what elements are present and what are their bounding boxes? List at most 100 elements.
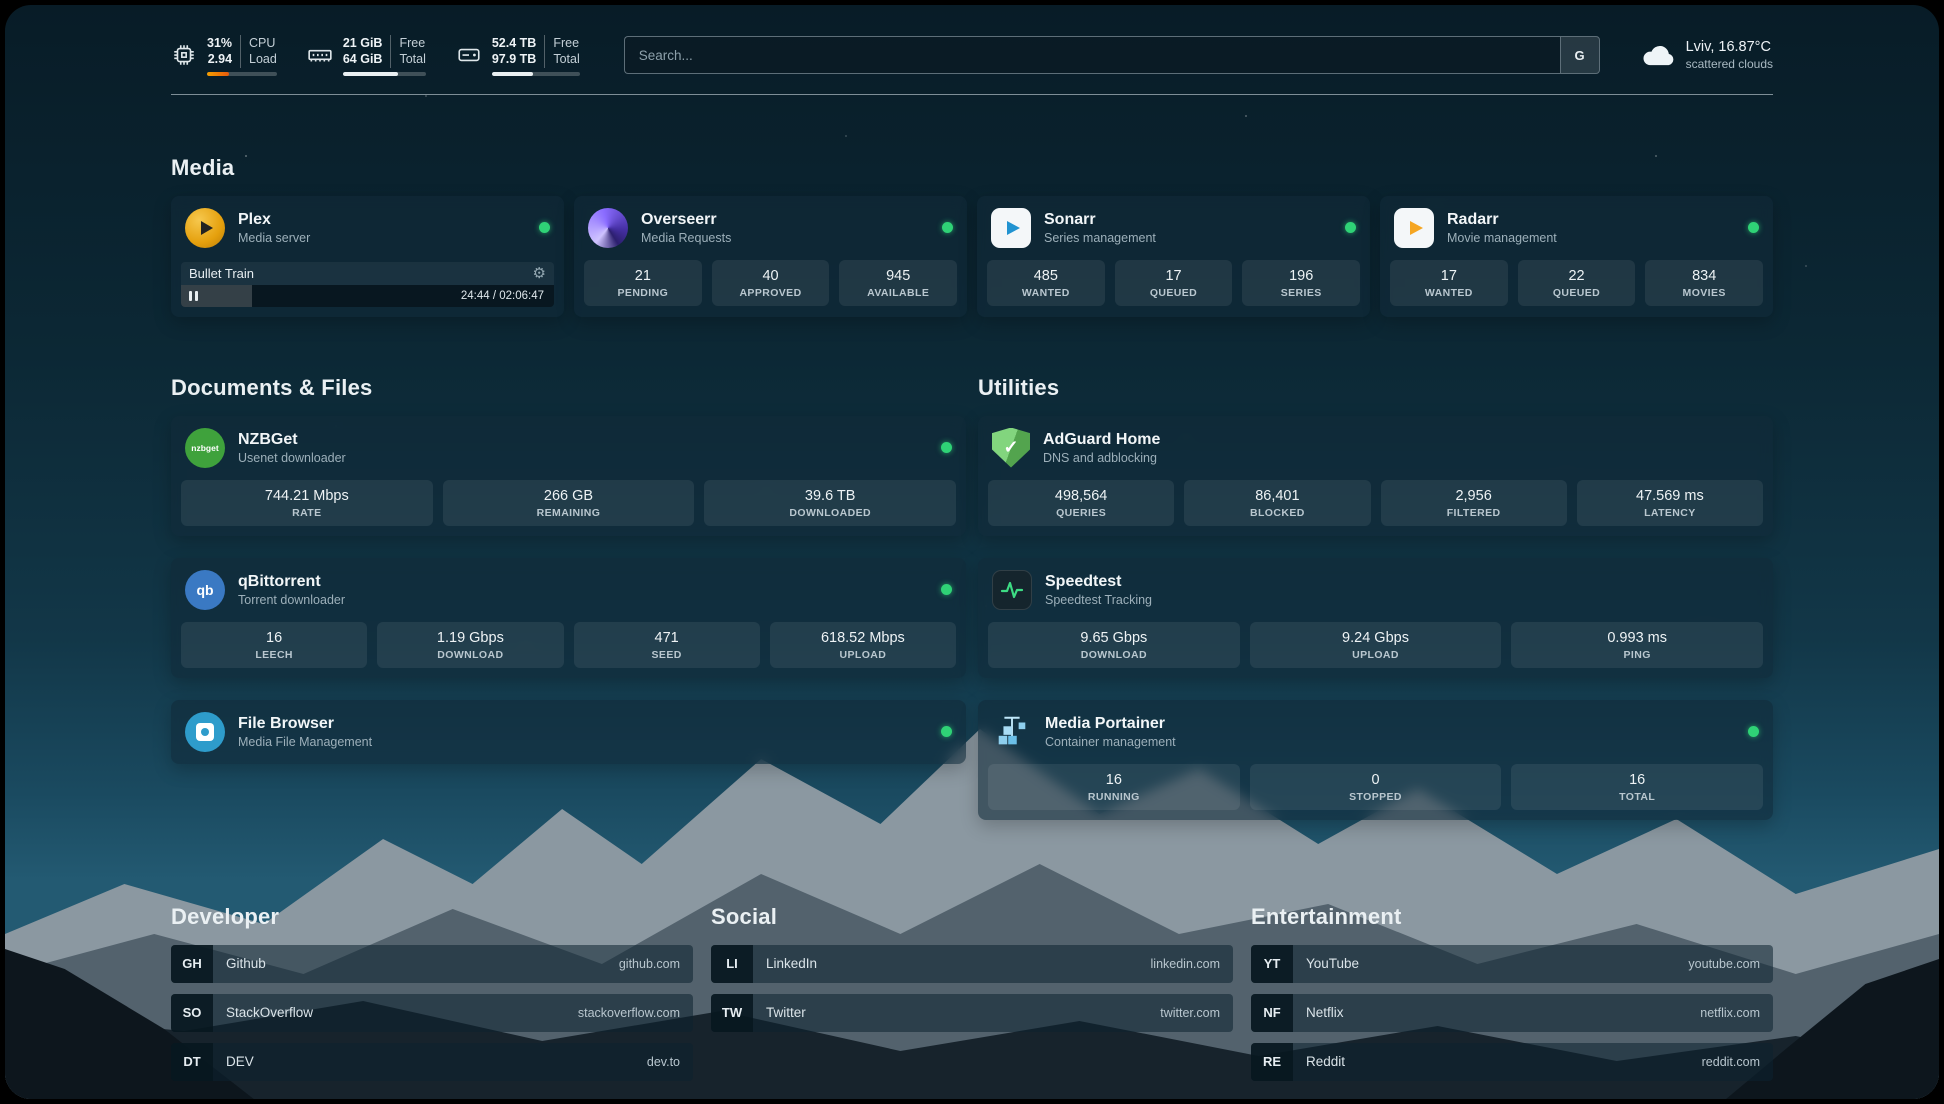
app-name: File Browser xyxy=(238,715,372,733)
bookmark-name: Reddit xyxy=(1306,1054,1345,1069)
ram-free-label: Free xyxy=(399,35,425,51)
section-title-entertainment: Entertainment xyxy=(1251,904,1773,930)
bookmark-url: linkedin.com xyxy=(1151,957,1233,971)
system-metrics: 31% 2.94 CPU Load xyxy=(171,35,580,76)
ram-total-value: 64 GiB xyxy=(343,51,383,67)
app-name: NZBGet xyxy=(238,431,346,449)
bookmark-github[interactable]: GH Github github.com xyxy=(171,945,693,983)
bookmark-netflix[interactable]: NF Netflix netflix.com xyxy=(1251,994,1773,1032)
stat-pending: 21PENDING xyxy=(584,260,702,306)
app-subtitle: Media Requests xyxy=(641,231,731,245)
bookmark-name: YouTube xyxy=(1306,956,1359,971)
section-documents: Documents & Files nzbget NZBGet Usenet d… xyxy=(171,375,966,842)
section-title-documents: Documents & Files xyxy=(171,375,966,401)
section-title-utilities: Utilities xyxy=(978,375,1773,401)
app-card-nzbget[interactable]: nzbget NZBGet Usenet downloader 744.21 M… xyxy=(171,416,966,536)
bookmark-name: Twitter xyxy=(766,1005,806,1020)
settings-gear-icon[interactable]: ⚙ xyxy=(533,266,546,281)
bookmark-abbr: RE xyxy=(1251,1043,1293,1081)
bookmark-url: stackoverflow.com xyxy=(578,1006,693,1020)
bookmark-abbr: GH xyxy=(171,945,213,983)
app-card-plex[interactable]: Plex Media server Bullet Train ⚙ 24:44 xyxy=(171,196,564,317)
ram-metric: 21 GiB 64 GiB Free Total xyxy=(307,35,426,76)
nzbget-icon: nzbget xyxy=(185,428,225,468)
ram-free-value: 21 GiB xyxy=(343,35,383,51)
bookmark-abbr: DT xyxy=(171,1043,213,1081)
app-card-radarr[interactable]: Radarr Movie management 17WANTED 22QUEUE… xyxy=(1380,196,1773,317)
status-dot xyxy=(941,726,952,737)
stat-available: 945AVAILABLE xyxy=(839,260,957,306)
playback-time: 24:44 / 02:06:47 xyxy=(461,285,544,307)
cpu-label: CPU xyxy=(249,35,277,51)
app-subtitle: Speedtest Tracking xyxy=(1045,593,1152,607)
disk-free-label: Free xyxy=(553,35,579,51)
radarr-icon xyxy=(1394,208,1434,248)
app-subtitle: Media server xyxy=(238,231,310,245)
bookmark-linkedin[interactable]: LI LinkedIn linkedin.com xyxy=(711,945,1233,983)
bookmark-abbr: NF xyxy=(1251,994,1293,1032)
weather-condition: scattered clouds xyxy=(1686,57,1773,71)
status-dot xyxy=(941,442,952,453)
portainer-crane-icon xyxy=(992,712,1032,752)
bookmark-url: youtube.com xyxy=(1688,957,1773,971)
overseerr-icon xyxy=(588,208,628,248)
section-media: Media Plex Media server Bullet Train ⚙ xyxy=(171,155,1773,339)
status-dot xyxy=(539,222,550,233)
bookmark-abbr: SO xyxy=(171,994,213,1032)
bookmark-dev[interactable]: DT DEV dev.to xyxy=(171,1043,693,1081)
app-name: Overseerr xyxy=(641,211,731,229)
topbar: 31% 2.94 CPU Load xyxy=(171,35,1773,76)
stat-upload: 9.24 GbpsUPLOAD xyxy=(1250,622,1502,668)
ram-icon xyxy=(307,42,333,68)
pause-icon[interactable] xyxy=(189,291,192,301)
ram-progress-bar xyxy=(343,72,426,76)
bookmark-reddit[interactable]: RE Reddit reddit.com xyxy=(1251,1043,1773,1081)
playback-progress-bar[interactable]: 24:44 / 02:06:47 xyxy=(181,285,554,307)
app-card-overseerr[interactable]: Overseerr Media Requests 21PENDING 40APP… xyxy=(574,196,967,317)
filebrowser-icon xyxy=(185,712,225,752)
app-card-speedtest[interactable]: Speedtest Speedtest Tracking 9.65 GbpsDO… xyxy=(978,558,1773,678)
now-playing-title: Bullet Train xyxy=(189,266,254,281)
app-subtitle: Torrent downloader xyxy=(238,593,345,607)
bookmark-name: StackOverflow xyxy=(226,1005,313,1020)
cloud-icon xyxy=(1640,41,1676,69)
disk-progress-bar xyxy=(492,72,580,76)
disk-icon xyxy=(456,42,482,68)
section-developer: Developer GH Github github.com SO StackO… xyxy=(171,904,693,1092)
stat-download: 1.19 GbpsDOWNLOAD xyxy=(377,622,563,668)
app-card-sonarr[interactable]: Sonarr Series management 485WANTED 17QUE… xyxy=(977,196,1370,317)
bookmark-youtube[interactable]: YT YouTube youtube.com xyxy=(1251,945,1773,983)
stat-download: 9.65 GbpsDOWNLOAD xyxy=(988,622,1240,668)
bookmark-abbr: TW xyxy=(711,994,753,1032)
bookmark-name: Github xyxy=(226,956,266,971)
stat-ping: 0.993 msPING xyxy=(1511,622,1763,668)
disk-total-value: 97.9 TB xyxy=(492,51,536,67)
stat-running: 16RUNNING xyxy=(988,764,1240,810)
disk-free-value: 52.4 TB xyxy=(492,35,536,51)
search-input[interactable] xyxy=(624,36,1560,74)
search-engine-button[interactable]: G xyxy=(1560,36,1600,74)
app-name: Media Portainer xyxy=(1045,715,1176,733)
stat-queued: 17QUEUED xyxy=(1115,260,1233,306)
bookmark-url: dev.to xyxy=(647,1055,693,1069)
bookmark-name: LinkedIn xyxy=(766,956,817,971)
app-name: Plex xyxy=(238,211,310,229)
app-name: Radarr xyxy=(1447,211,1557,229)
speedtest-waveform-icon xyxy=(992,570,1032,610)
stat-blocked: 86,401BLOCKED xyxy=(1184,480,1370,526)
app-name: Speedtest xyxy=(1045,573,1152,591)
stat-seed: 471SEED xyxy=(574,622,760,668)
stat-series: 196SERIES xyxy=(1242,260,1360,306)
bookmark-stackoverflow[interactable]: SO StackOverflow stackoverflow.com xyxy=(171,994,693,1032)
ram-total-label: Total xyxy=(399,51,425,67)
app-name: Sonarr xyxy=(1044,211,1156,229)
bookmark-url: reddit.com xyxy=(1702,1055,1773,1069)
app-card-portainer[interactable]: Media Portainer Container management 16R… xyxy=(978,700,1773,820)
app-name: AdGuard Home xyxy=(1043,431,1160,449)
app-card-filebrowser[interactable]: File Browser Media File Management xyxy=(171,700,966,764)
section-social: Social LI LinkedIn linkedin.com TW Twitt… xyxy=(711,904,1233,1092)
bookmark-twitter[interactable]: TW Twitter twitter.com xyxy=(711,994,1233,1032)
app-card-qbittorrent[interactable]: qb qBittorrent Torrent downloader 16LEEC… xyxy=(171,558,966,678)
status-dot xyxy=(1748,222,1759,233)
app-card-adguard[interactable]: ✓ AdGuard Home DNS and adblocking 498,56… xyxy=(978,416,1773,536)
